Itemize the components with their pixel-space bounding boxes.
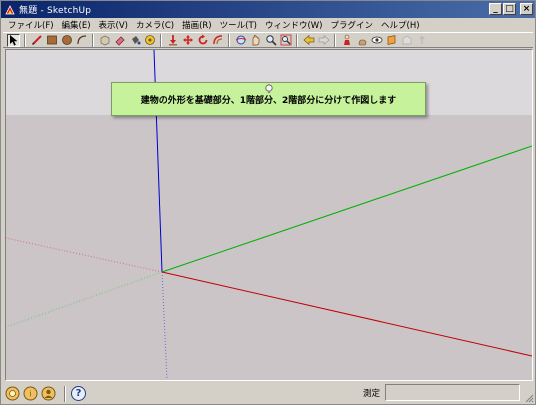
help-icon[interactable]: ?	[71, 386, 86, 401]
orbit-icon[interactable]	[234, 34, 247, 47]
menu-edit[interactable]: 編集(E)	[59, 19, 96, 31]
rotate-icon[interactable]	[196, 34, 209, 47]
toolbar-separator	[92, 33, 94, 47]
menu-draw[interactable]: 描画(R)	[179, 19, 217, 31]
zoom-icon[interactable]	[264, 34, 277, 47]
paint-bucket-icon[interactable]	[128, 34, 141, 47]
share-model-icon[interactable]	[415, 34, 428, 47]
window-title: 無題 - SketchUp	[19, 6, 92, 16]
offset-icon[interactable]	[211, 34, 224, 47]
user-account-icon[interactable]	[41, 386, 56, 401]
svg-text:i: i	[29, 390, 31, 399]
next-view-icon[interactable]	[317, 34, 330, 47]
zoom-extents-icon[interactable]	[279, 34, 292, 47]
status-divider	[64, 385, 66, 402]
eraser-icon[interactable]	[113, 34, 126, 47]
menu-plugins[interactable]: プラグイン	[328, 19, 379, 31]
position-camera-icon[interactable]	[340, 34, 353, 47]
measurements-box[interactable]	[385, 384, 520, 401]
toolbar-separator	[160, 33, 162, 47]
credits-icon[interactable]: i	[23, 386, 38, 401]
close-button[interactable]: ×	[520, 3, 533, 15]
section-plane-icon[interactable]	[385, 34, 398, 47]
geo-location-icon[interactable]	[5, 386, 20, 401]
toolbar-separator	[228, 33, 230, 47]
toolbar-separator	[296, 33, 298, 47]
ground-area	[6, 115, 532, 380]
circle-icon[interactable]	[60, 34, 73, 47]
menu-tools[interactable]: ツール(T)	[217, 19, 262, 31]
sketchup-app-icon	[5, 4, 15, 14]
menu-help[interactable]: ヘルプ(H)	[378, 19, 425, 31]
menu-window[interactable]: ウィンドウ(W)	[262, 19, 328, 31]
sketchup-window: 無題 - SketchUp _ □ × ファイル(F) 編集(E) 表示(V) …	[0, 0, 536, 405]
get-models-icon[interactable]	[400, 34, 413, 47]
pencil-line-icon[interactable]	[30, 34, 43, 47]
menu-camera[interactable]: カメラ(C)	[133, 19, 179, 31]
arc-icon[interactable]	[75, 34, 88, 47]
minimize-button[interactable]: _	[489, 3, 502, 15]
toolbar-separator	[24, 33, 26, 47]
walk-icon[interactable]	[355, 34, 368, 47]
measurements-label: 測定	[363, 389, 381, 399]
window-controls: _ □ ×	[489, 3, 533, 15]
menu-file[interactable]: ファイル(F)	[5, 19, 59, 31]
lightbulb-icon	[265, 84, 273, 93]
select-arrow-icon[interactable]	[7, 33, 20, 47]
maximize-button[interactable]: □	[503, 3, 516, 15]
make-component-icon[interactable]	[98, 34, 111, 47]
tape-measure-icon[interactable]	[143, 34, 156, 47]
push-pull-icon[interactable]	[166, 34, 179, 47]
drawing-viewport[interactable]: 建物の外形を基礎部分、1階部分、2階部分に分けて作図します	[5, 49, 533, 381]
menu-bar: ファイル(F) 編集(E) 表示(V) カメラ(C) 描画(R) ツール(T) …	[1, 18, 535, 32]
look-around-icon[interactable]	[370, 34, 383, 47]
pan-icon[interactable]	[249, 34, 262, 47]
move-icon[interactable]	[181, 34, 194, 47]
status-bar: i ? 測定	[1, 383, 535, 404]
title-bar[interactable]: 無題 - SketchUp _ □ ×	[1, 1, 535, 18]
resize-grip-icon[interactable]	[524, 393, 534, 403]
main-toolbar	[3, 32, 533, 48]
previous-view-icon[interactable]	[302, 34, 315, 47]
rectangle-icon[interactable]	[45, 34, 58, 47]
toolbar-separator	[334, 33, 336, 47]
instruction-text: 建物の外形を基礎部分、1階部分、2階部分に分けて作図します	[140, 95, 397, 106]
menu-view[interactable]: 表示(V)	[96, 19, 133, 31]
